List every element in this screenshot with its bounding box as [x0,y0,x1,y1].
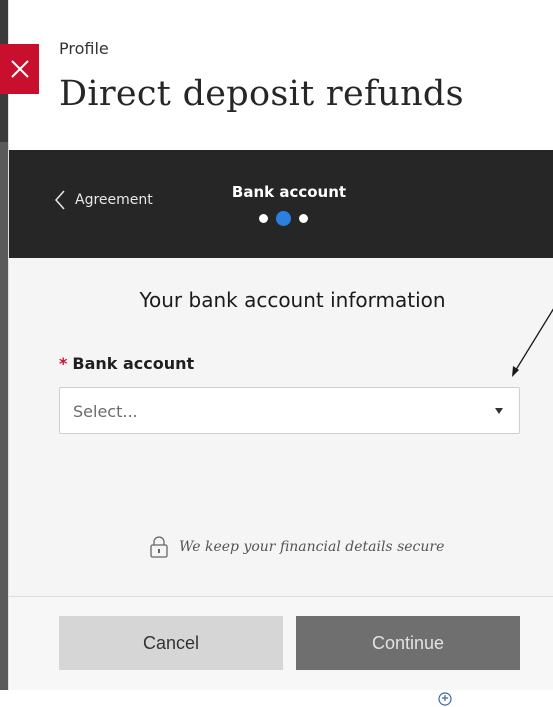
secure-note-text: We keep your financial details secure [179,539,445,555]
page-title: Direct deposit refunds [59,74,464,114]
step-dot [299,214,308,223]
current-step-title: Bank account [231,183,347,201]
bank-account-select-value: Select... [73,402,138,421]
close-button[interactable] [0,44,39,94]
continue-button[interactable]: Continue [296,616,520,670]
close-icon [10,60,29,78]
refund-panel: Profile Direct deposit refunds Agreement… [8,0,553,690]
form-content: Your bank account information * Bank acco… [9,258,553,596]
back-to-agreement-link[interactable]: Agreement [55,190,153,210]
step-dot [259,214,268,223]
panel-header: Profile Direct deposit refunds [9,0,553,150]
step-dot-active [276,211,291,226]
step-navigator: Agreement Bank account [9,150,553,258]
breadcrumb: Profile [59,39,109,58]
step-indicator [259,211,308,226]
background-strip [0,0,8,690]
info-circle-icon [438,692,452,706]
lock-icon [150,536,168,558]
cancel-button[interactable]: Cancel [59,616,283,670]
back-label: Agreement [75,192,153,208]
action-footer: Cancel Continue [9,596,553,690]
chevron-left-icon [55,190,65,210]
caret-down-icon [495,408,503,414]
secure-note: We keep your financial details secure [149,536,444,558]
annotation-arrow [512,308,553,377]
